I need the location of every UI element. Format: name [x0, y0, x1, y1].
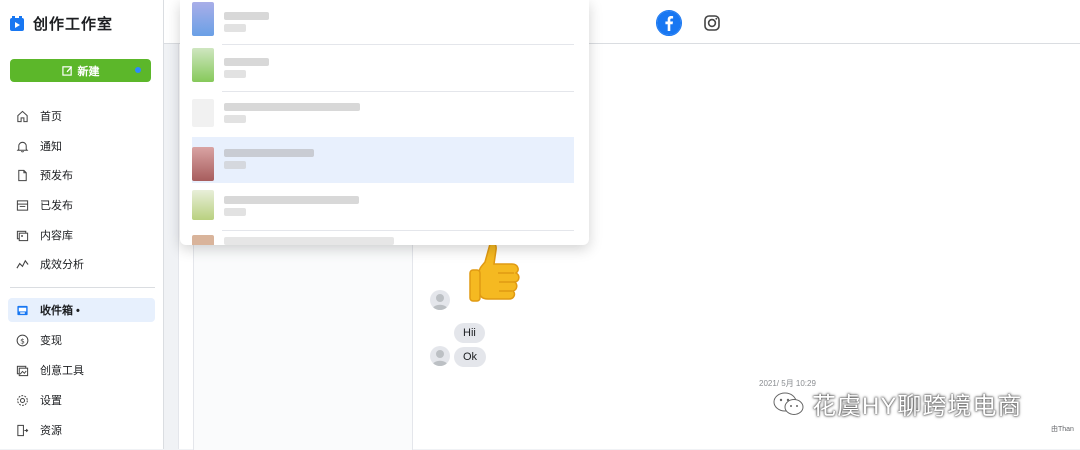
nav-divider	[10, 287, 155, 288]
nav-item-monetization[interactable]: $ 变现	[8, 328, 155, 352]
account-avatar	[192, 147, 214, 181]
account-meta	[224, 70, 246, 78]
nav-label: 设置	[40, 395, 62, 407]
nav-label: 通知	[40, 141, 62, 153]
nav-item-scheduled[interactable]: 预发布	[8, 163, 155, 187]
thumbs-up-sticker	[469, 242, 520, 302]
nav-item-insights[interactable]: 成效分析	[8, 252, 155, 276]
nav-label: 预发布	[40, 170, 73, 182]
account-name	[224, 149, 314, 157]
wechat-icon	[773, 392, 804, 415]
app-brand[interactable]: 创作工作室	[10, 13, 113, 34]
conversation-list-body	[193, 244, 413, 450]
account-option[interactable]	[180, 186, 589, 232]
new-post-label: 新建	[77, 65, 100, 78]
nav-label: 资源	[40, 425, 62, 437]
nav-item-resources[interactable]: 资源	[8, 418, 155, 442]
edit-icon	[61, 66, 72, 76]
calendar-icon	[16, 199, 29, 211]
nav-label: 变现	[40, 335, 62, 347]
account-avatar	[192, 2, 214, 36]
watermark-text: 花虞HY聊跨境电商	[812, 393, 1023, 420]
analytics-icon	[16, 259, 29, 269]
gear-icon	[17, 394, 28, 406]
nav-item-content-library[interactable]: 内容库	[8, 223, 155, 247]
studio-icon	[10, 15, 24, 31]
dropdown-divider	[222, 91, 574, 92]
watermark: 花虞HY聊跨境电商	[772, 386, 1022, 421]
dropdown-divider	[222, 44, 574, 45]
user-placeholder-icon	[432, 294, 448, 310]
nav-label: 创意工具	[40, 365, 84, 377]
bell-icon	[16, 141, 29, 152]
media-library-icon	[16, 230, 29, 241]
nav-item-inbox[interactable]: 收件箱 •	[8, 298, 155, 322]
sidebar: 创作工作室 新建 首页 通知 预发布 已发布 内容库 成效分析 收件箱 • $ …	[0, 0, 164, 449]
account-option[interactable]	[180, 93, 589, 139]
nav-label: 首页	[40, 111, 62, 123]
inbox-icon	[17, 305, 28, 315]
notification-dot	[135, 67, 141, 73]
nav-item-creative-tools[interactable]: 创意工具	[8, 358, 155, 382]
account-meta	[224, 24, 246, 32]
nav-item-published[interactable]: 已发布	[8, 193, 155, 217]
account-name	[224, 196, 359, 204]
account-name	[224, 237, 394, 245]
app-title: 创作工作室	[33, 16, 114, 33]
account-avatar	[192, 99, 214, 127]
nav-label: 内容库	[40, 230, 73, 242]
account-name	[224, 103, 360, 111]
account-option-selected[interactable]	[192, 137, 574, 183]
document-icon	[18, 169, 27, 181]
contact-avatar	[430, 346, 450, 366]
account-option[interactable]	[180, 233, 589, 245]
contact-avatar	[430, 290, 450, 310]
account-meta	[224, 161, 246, 169]
nav-item-notifications[interactable]: 通知	[8, 134, 155, 158]
creative-tools-icon	[16, 365, 29, 376]
nav-label: 成效分析	[40, 259, 84, 271]
svg-text:$: $	[20, 336, 25, 345]
account-avatar	[192, 235, 214, 245]
message-bubble: Ok	[454, 347, 487, 367]
instagram-icon[interactable]	[701, 12, 723, 34]
new-post-button[interactable]: 新建	[10, 59, 151, 82]
user-placeholder-icon	[432, 350, 448, 366]
account-name	[224, 12, 269, 20]
facebook-icon[interactable]	[656, 10, 682, 36]
nav-label: 已发布	[40, 200, 73, 212]
dropdown-divider	[222, 230, 574, 231]
dollar-icon: $	[16, 334, 29, 346]
account-avatar	[192, 48, 214, 82]
account-meta	[224, 115, 246, 123]
home-icon	[17, 110, 28, 122]
nav-label: 收件箱 •	[40, 305, 80, 317]
nav-item-settings[interactable]: 设置	[8, 388, 155, 412]
account-switcher-dropdown	[180, 0, 589, 245]
footer-note: 由Than	[1051, 426, 1074, 433]
account-option[interactable]	[180, 46, 589, 92]
account-avatar	[192, 190, 214, 220]
account-option[interactable]	[180, 0, 589, 46]
nav-item-home[interactable]: 首页	[8, 104, 155, 128]
message-bubble: Hii	[454, 323, 485, 343]
account-name	[224, 58, 269, 66]
resources-icon	[17, 424, 29, 436]
account-meta	[224, 208, 246, 216]
